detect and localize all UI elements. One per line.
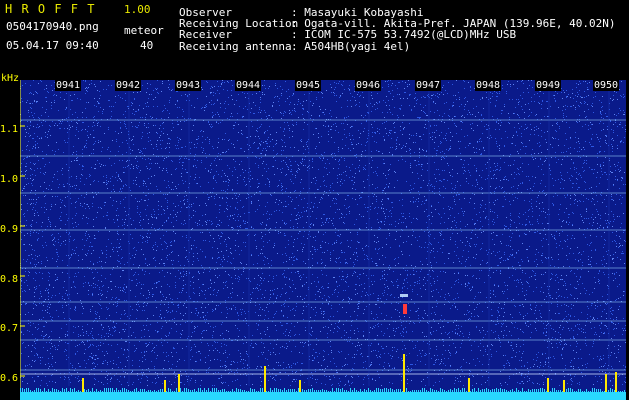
x-tick-label: 0949 [535, 80, 562, 91]
y-axis-unit: kHz [1, 73, 20, 84]
signal-peak-bar [299, 380, 301, 392]
signal-peak-bar [264, 366, 266, 392]
x-tick-label: 0946 [355, 80, 382, 91]
meteor-echo [403, 304, 407, 314]
spectrogram-window: H R O F F T 1.00 0504170940.png 05.04.17… [0, 0, 629, 400]
spectrogram-background [20, 80, 626, 400]
x-tick-label: 0941 [55, 80, 82, 91]
x-tick-label: 0943 [175, 80, 202, 91]
x-tick-label: 0944 [235, 80, 262, 91]
y-tick-label: 0.9 [0, 224, 19, 235]
x-tick-label: 0945 [295, 80, 322, 91]
y-tick-label: 0.8 [0, 274, 19, 285]
signal-peak-bar [563, 380, 565, 392]
signal-peak-bar [403, 354, 405, 392]
signal-peak-bar [547, 378, 549, 392]
y-tick-label: 0.7 [0, 323, 19, 334]
x-tick-label: 0942 [115, 80, 142, 91]
spectrogram-canvas [20, 80, 626, 400]
signal-peak-bar [615, 372, 617, 392]
signal-peak-bar [468, 378, 470, 392]
signal-baseline [20, 392, 626, 400]
version-label: 1.00 [124, 3, 151, 16]
app-title: H R O F F T [5, 2, 96, 16]
info-value-antenna: : A504HB(yagi 4el) [291, 40, 411, 53]
x-tick-label: 0948 [475, 80, 502, 91]
x-tick-label: 0947 [415, 80, 442, 91]
y-tick-label: 0.6 [0, 373, 19, 384]
signal-peak-bar [605, 374, 607, 392]
meteor-echo-head [400, 294, 408, 297]
x-tick-label: 0950 [593, 80, 620, 91]
signal-peak-bar [82, 378, 84, 392]
spectrogram-plot [20, 80, 626, 400]
signal-peak-bar [164, 380, 166, 392]
meteor-counter-label: meteor [124, 24, 164, 37]
meteor-counter-value: 40 [140, 39, 154, 52]
info-label-antenna: Receiving antenna [179, 40, 292, 53]
signal-peak-bar [178, 374, 180, 392]
timestamp-label: 05.04.17 09:40 [6, 39, 99, 52]
y-tick-label: 1.0 [0, 174, 19, 185]
filename-label: 0504170940.png [6, 20, 99, 33]
y-tick-label: 1.1 [0, 124, 19, 135]
